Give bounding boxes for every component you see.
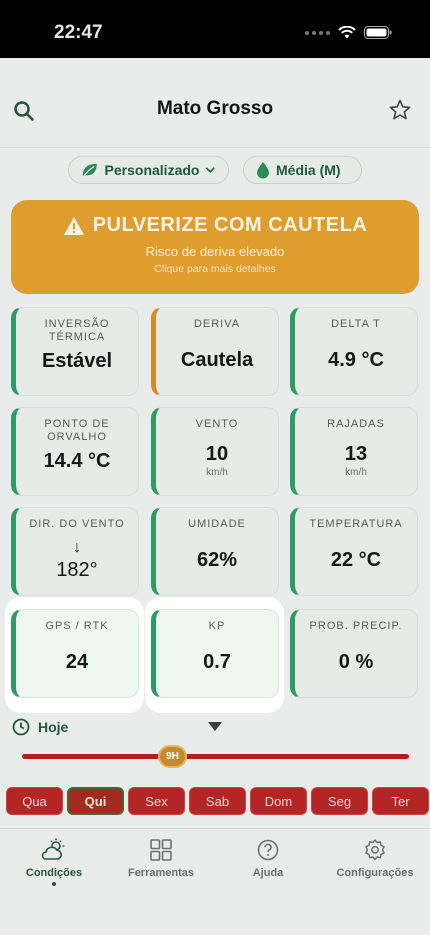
gear-icon (365, 839, 385, 861)
card-unit: km/h (206, 467, 228, 478)
droplet-icon (257, 162, 269, 179)
day-tab[interactable]: Qua (6, 787, 63, 815)
card-value: Estável (41, 350, 113, 372)
tab-configuracoes[interactable]: Configurações (325, 837, 425, 879)
card-value: 14.4 °C (43, 450, 111, 472)
card-umidade[interactable]: UMIDADE 62% (151, 507, 279, 596)
tab-label: Ajuda (252, 867, 284, 879)
hour-slider-thumb[interactable]: 9H (158, 745, 187, 768)
weather-icon (41, 838, 65, 860)
spray-alert-banner[interactable]: PULVERIZE COM CAUTELA Risco de deriva el… (11, 200, 419, 294)
card-unit: km/h (345, 467, 367, 478)
alert-title: PULVERIZE COM CAUTELA (92, 214, 368, 236)
day-tab[interactable]: Ter (372, 787, 429, 815)
tab-label: Configurações (336, 867, 414, 879)
day-selector[interactable]: Hoje (12, 718, 68, 736)
alert-subtitle: Risco de deriva elevado (145, 244, 285, 259)
status-icons (305, 26, 392, 39)
card-value: 4.9 °C (328, 349, 384, 371)
star-icon (389, 99, 411, 120)
card-gps-rtk[interactable]: GPS / RTK 24 (11, 609, 139, 698)
clock-icon (12, 718, 30, 736)
arrow-down-icon: ↓ (73, 539, 81, 556)
droplet-size-selector[interactable]: Média (M) (243, 156, 362, 184)
tab-ajuda[interactable]: Ajuda (218, 837, 318, 879)
caret-down-icon[interactable] (208, 722, 222, 731)
hour-slider-track[interactable] (22, 754, 409, 759)
card-label: GPS / RTK (45, 620, 109, 632)
card-value: 0 % (338, 651, 374, 673)
card-label: VENTO (195, 418, 239, 430)
card-value: 62% (196, 549, 238, 571)
signal-icon (305, 30, 330, 35)
day-label: Hoje (38, 719, 69, 735)
card-label: RAJADAS (327, 418, 385, 430)
card-label: PROB. PRECIP. (309, 620, 403, 632)
card-inversao-termica[interactable]: INVERSÃO TÉRMICA Estável (11, 307, 139, 396)
warning-icon (63, 216, 84, 235)
alert-title-row: PULVERIZE COM CAUTELA (11, 214, 419, 237)
tab-label: Ferramentas (127, 867, 195, 879)
card-value: 0.7 (203, 651, 231, 673)
card-label: DIR. DO VENTO (29, 518, 125, 530)
status-time: 22:47 (54, 22, 103, 43)
card-prob-precip[interactable]: PROB. PRECIP. 0 % (290, 609, 418, 698)
card-value: 22 °C (330, 549, 382, 571)
day-tab[interactable]: Dom (250, 787, 307, 815)
card-value: 182° (56, 559, 98, 581)
leaf-icon (82, 163, 97, 177)
day-tab[interactable]: Sex (128, 787, 185, 815)
profile-selector[interactable]: Personalizado (68, 156, 229, 184)
card-label: KP (208, 620, 226, 632)
card-value: 10 (205, 443, 229, 465)
favorite-button[interactable] (388, 98, 412, 127)
day-tab-selected[interactable]: Qui (67, 787, 124, 815)
card-value: 13 (344, 443, 368, 465)
card-label: TEMPERATURA (309, 518, 403, 530)
card-temperatura[interactable]: TEMPERATURA 22 °C (290, 507, 418, 596)
card-label: DERIVA (193, 318, 241, 330)
card-label: DELTA T (331, 318, 381, 330)
card-label: PONTO DE ORVALHO (44, 418, 110, 443)
tab-label: Condições (25, 867, 83, 879)
card-kp[interactable]: KP 0.7 (151, 609, 279, 698)
card-vento[interactable]: VENTO 10 km/h (151, 407, 279, 496)
day-tabs: Qua Qui Sex Sab Dom Seg Ter (6, 787, 429, 815)
header: Mato Grosso (0, 58, 430, 148)
tab-condicoes[interactable]: Condições (4, 837, 104, 886)
card-ponto-orvalho[interactable]: PONTO DE ORVALHO 14.4 °C (11, 407, 139, 496)
card-label: UMIDADE (188, 518, 246, 530)
card-deriva[interactable]: DERIVA Cautela (151, 307, 279, 396)
wifi-icon (338, 26, 356, 39)
battery-icon (364, 26, 392, 39)
tab-ferramentas[interactable]: Ferramentas (111, 837, 211, 879)
day-tab[interactable]: Seg (311, 787, 368, 815)
card-direcao-vento[interactable]: DIR. DO VENTO ↓ 182° (11, 507, 139, 596)
card-label: INVERSÃO TÉRMICA (44, 318, 110, 343)
page-title: Mato Grosso (156, 98, 274, 119)
card-delta-t[interactable]: DELTA T 4.9 °C (290, 307, 418, 396)
app-screen: Mato Grosso Personalizado Média (M) PULV… (0, 58, 430, 935)
chevron-down-icon (206, 167, 216, 173)
day-tab[interactable]: Sab (189, 787, 246, 815)
card-rajadas[interactable]: RAJADAS 13 km/h (290, 407, 418, 496)
help-icon (257, 839, 279, 861)
card-value: 24 (65, 651, 89, 673)
alert-hint: Clique para mais detalhes (154, 263, 276, 275)
card-value: Cautela (180, 349, 254, 371)
active-indicator (52, 882, 56, 886)
bottom-tab-bar: Condições Ferramentas Ajuda Configuraçõe… (0, 828, 430, 935)
profile-label: Personalizado (104, 162, 200, 178)
droplet-size-label: Média (M) (276, 162, 341, 178)
status-bar: 22:47 (0, 0, 430, 58)
grid-icon (150, 839, 172, 861)
